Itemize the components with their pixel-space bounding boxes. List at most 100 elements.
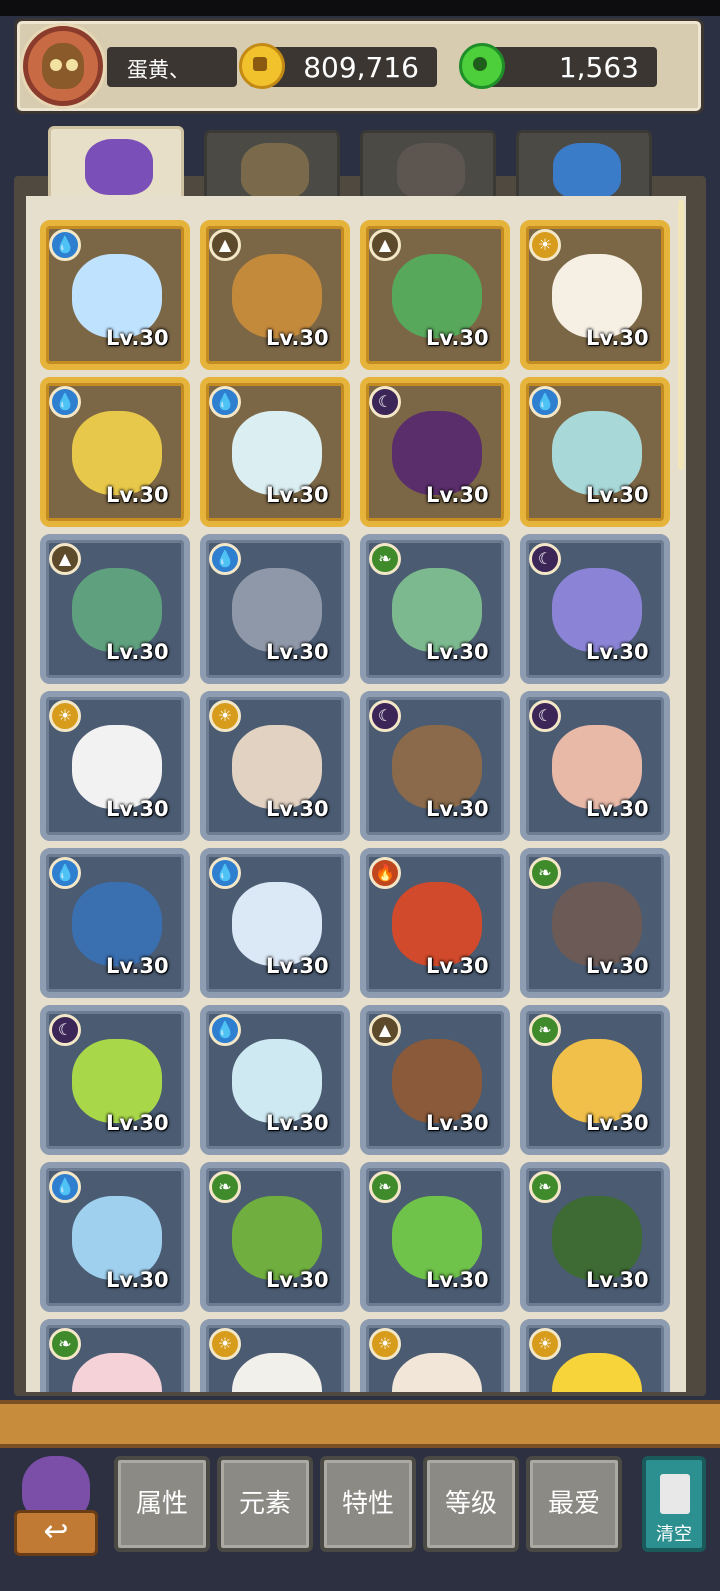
monster-tab[interactable] — [48, 126, 184, 204]
filter-button[interactable]: 元素 — [217, 1456, 313, 1552]
pet-card[interactable]: ❧ Lv.30 — [200, 1162, 350, 1312]
food-icon — [397, 143, 465, 199]
filter-button[interactable]: 最爱 — [526, 1456, 622, 1552]
pet-card[interactable]: ☀ — [520, 1319, 670, 1392]
moon-element-icon: ☾ — [529, 543, 561, 575]
back-arrow-icon: ↩ — [14, 1510, 98, 1556]
pet-level: Lv.30 — [586, 483, 649, 507]
monster-icon — [85, 139, 153, 195]
leaf-element-icon: ❧ — [49, 1328, 81, 1360]
pet-level: Lv.30 — [586, 797, 649, 821]
pet-card[interactable]: ☾ Lv.30 — [360, 691, 510, 841]
trash-icon — [660, 1474, 690, 1514]
avatar-eye — [66, 59, 78, 71]
pet-card[interactable]: ❧ Lv.30 — [520, 1162, 670, 1312]
pet-card[interactable]: 💧 Lv.30 — [200, 377, 350, 527]
food-tab[interactable] — [360, 130, 496, 204]
pet-level: Lv.30 — [426, 797, 489, 821]
pet-card[interactable]: ☾ Lv.30 — [520, 691, 670, 841]
pet-level: Lv.30 — [266, 954, 329, 978]
filter-button[interactable]: 等级 — [423, 1456, 519, 1552]
clear-button[interactable]: 清空 — [642, 1456, 706, 1552]
pet-level: Lv.30 — [106, 797, 169, 821]
back-button[interactable]: ↩ — [14, 1456, 98, 1560]
filter-button[interactable]: 特性 — [320, 1456, 416, 1552]
pet-card[interactable]: ❧ — [40, 1319, 190, 1392]
avatar[interactable] — [23, 26, 103, 106]
sun-element-icon: ☀ — [529, 229, 561, 261]
water-element-icon: 💧 — [49, 1171, 81, 1203]
pet-card[interactable]: 💧 Lv.30 — [40, 1162, 190, 1312]
water-element-icon: 💧 — [209, 857, 241, 889]
water-element-icon: 💧 — [209, 386, 241, 418]
leaf-element-icon: ❧ — [369, 1171, 401, 1203]
leaf-element-icon: ❧ — [529, 1014, 561, 1046]
item-tab[interactable] — [204, 130, 340, 204]
crystal-tab[interactable] — [516, 130, 652, 204]
clear-label: 清空 — [656, 1524, 692, 1545]
pet-card[interactable]: 💧 Lv.30 — [40, 377, 190, 527]
moon-element-icon: ☾ — [369, 700, 401, 732]
filter-button[interactable]: 属性 — [114, 1456, 210, 1552]
sun-element-icon: ☀ — [369, 1328, 401, 1360]
pet-card[interactable]: 💧 Lv.30 — [200, 534, 350, 684]
pet-card[interactable]: ☀ — [360, 1319, 510, 1392]
pet-card[interactable]: 💧 Lv.30 — [40, 220, 190, 370]
pet-level: Lv.30 — [426, 326, 489, 350]
moon-element-icon: ☾ — [369, 386, 401, 418]
pet-level: Lv.30 — [426, 1111, 489, 1135]
item-icon — [241, 143, 309, 199]
pet-card[interactable]: ❧ Lv.30 — [520, 1005, 670, 1155]
fire-element-icon: 🔥 — [369, 857, 401, 889]
character-avatar-icon — [42, 43, 84, 89]
pet-card[interactable]: ▲ Lv.30 — [360, 220, 510, 370]
leaf-element-icon: ❧ — [209, 1171, 241, 1203]
pet-level: Lv.30 — [266, 797, 329, 821]
gem-counter[interactable]: 1,563 — [459, 43, 657, 89]
pet-card[interactable]: ❧ Lv.30 — [520, 848, 670, 998]
pet-level: Lv.30 — [266, 1268, 329, 1292]
leaf-element-icon: ❧ — [529, 857, 561, 889]
pet-level: Lv.30 — [106, 1111, 169, 1135]
sun-element-icon: ☀ — [529, 1328, 561, 1360]
pet-card[interactable]: ☾ Lv.30 — [40, 1005, 190, 1155]
pet-card[interactable]: 💧 Lv.30 — [200, 1005, 350, 1155]
pet-card[interactable]: ☾ Lv.30 — [360, 377, 510, 527]
sun-element-icon: ☀ — [209, 1328, 241, 1360]
player-name: 蛋黄、 — [127, 58, 190, 82]
pet-level: Lv.30 — [586, 954, 649, 978]
pet-card[interactable]: ☀ — [200, 1319, 350, 1392]
coin-amount: 809,716 — [303, 51, 419, 84]
status-bar — [0, 0, 720, 16]
pet-card[interactable]: ☀ Lv.30 — [40, 691, 190, 841]
pet-card[interactable]: 💧 Lv.30 — [200, 848, 350, 998]
player-name-plate[interactable]: 蛋黄、 — [107, 47, 237, 87]
pet-card[interactable]: ☀ Lv.30 — [520, 220, 670, 370]
earth-element-icon: ▲ — [209, 229, 241, 261]
pet-card[interactable]: ❧ Lv.30 — [360, 1162, 510, 1312]
pet-card[interactable]: 💧 Lv.30 — [520, 377, 670, 527]
pet-card[interactable]: 💧 Lv.30 — [40, 848, 190, 998]
pet-portrait-icon — [72, 1353, 162, 1392]
crystal-icon — [553, 143, 621, 199]
pet-level: Lv.30 — [106, 326, 169, 350]
coin-counter[interactable]: 809,716 — [239, 43, 437, 89]
pet-card[interactable]: ▲ Lv.30 — [360, 1005, 510, 1155]
decorative-band — [0, 1400, 720, 1448]
pet-level: Lv.30 — [426, 640, 489, 664]
sun-element-icon: ☀ — [49, 700, 81, 732]
pet-level: Lv.30 — [266, 640, 329, 664]
scrollbar[interactable] — [678, 200, 684, 470]
avatar-eye — [50, 59, 62, 71]
pet-card[interactable]: ▲ Lv.30 — [40, 534, 190, 684]
pet-grid-panel[interactable]: 💧 Lv.30 ▲ Lv.30 ▲ Lv.30 ☀ Lv.30 💧 Lv.30 💧 Lv.30 ☾ Lv.… — [26, 196, 686, 1392]
pet-card[interactable]: ▲ Lv.30 — [200, 220, 350, 370]
pet-level: Lv.30 — [106, 1268, 169, 1292]
pet-card[interactable]: ☀ Lv.30 — [200, 691, 350, 841]
leaf-element-icon: ❧ — [369, 543, 401, 575]
pet-card[interactable]: 🔥 Lv.30 — [360, 848, 510, 998]
moon-element-icon: ☾ — [49, 1014, 81, 1046]
coin-icon — [239, 43, 285, 89]
pet-card[interactable]: ☾ Lv.30 — [520, 534, 670, 684]
pet-card[interactable]: ❧ Lv.30 — [360, 534, 510, 684]
